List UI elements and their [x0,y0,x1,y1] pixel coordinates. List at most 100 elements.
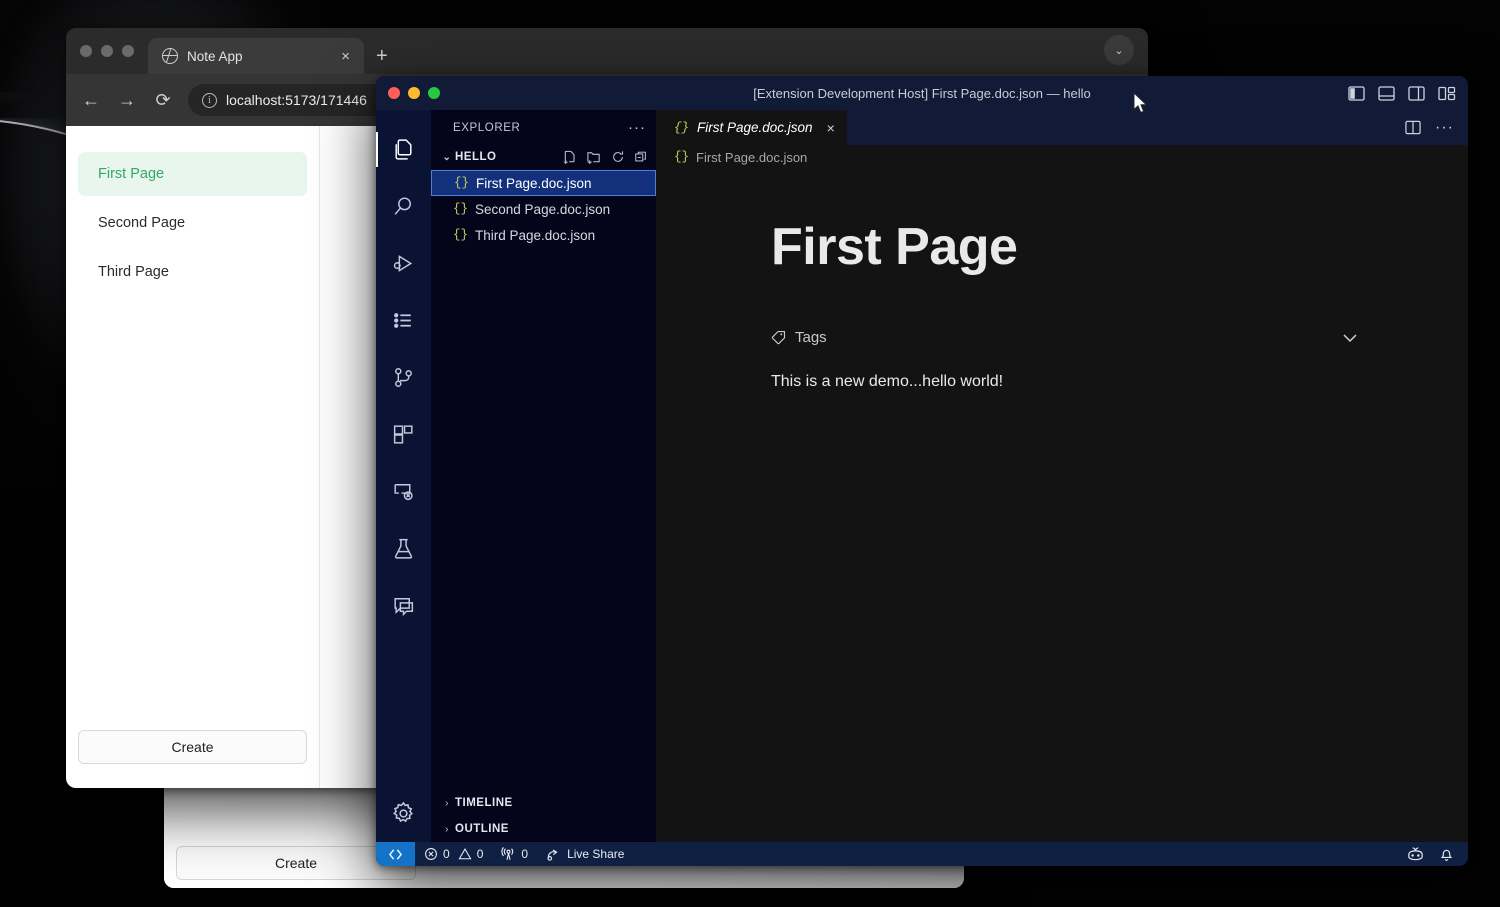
window-close-icon[interactable] [388,87,400,99]
beaker-icon [391,536,416,561]
browser-traffic-lights[interactable] [80,28,148,74]
reload-button[interactable]: ⟳ [152,90,174,111]
new-tab-button[interactable]: + [364,38,400,74]
note-page-first[interactable]: First Page [78,152,307,196]
remote-window-indicator[interactable] [376,842,415,866]
editor-tab-bar: {} First Page.doc.json × ··· [656,110,1468,145]
activitybar-item-source-control[interactable] [376,349,431,406]
explorer-file-third-page[interactable]: {} Third Page.doc.json [431,222,656,248]
vscode-window[interactable]: [Extension Development Host] First Page.… [376,76,1468,866]
error-circle-icon [424,847,438,861]
browser-zoom-icon[interactable] [122,45,134,57]
toggle-panel-icon[interactable] [1378,85,1395,101]
chevron-right-icon[interactable]: › [439,824,455,835]
bell-icon[interactable] [1439,846,1454,862]
explorer-title: EXPLORER [453,121,521,134]
explorer-file-second-page[interactable]: {} Second Page.doc.json [431,196,656,222]
remote-window-icon [388,848,403,861]
explorer-collapsed-sections: › TIMELINE › OUTLINE [431,790,656,842]
explorer-folder-actions [562,150,648,165]
activitybar-item-remote-explorer[interactable] [376,463,431,520]
files-icon [391,137,416,162]
window-minimize-icon[interactable] [408,87,420,99]
window-zoom-icon[interactable] [428,87,440,99]
ports-indicator[interactable]: 0 [492,847,537,861]
ports-count: 0 [521,847,529,861]
close-icon[interactable]: × [827,120,835,136]
list-icon [391,308,416,333]
explorer-file-first-page[interactable]: {} First Page.doc.json [431,170,656,196]
activitybar-item-search[interactable] [376,178,431,235]
chevron-down-icon[interactable] [1342,333,1358,343]
split-editor-icon[interactable] [1405,120,1421,135]
activitybar-item-run-and-debug[interactable] [376,235,431,292]
explorer-more-icon[interactable]: ··· [628,119,646,136]
back-button[interactable]: ← [80,90,102,111]
note-create-button[interactable]: Create [78,730,307,764]
note-app-sidebar: First Page Second Page Third Page Create [66,126,320,788]
json-file-icon: {} [674,120,690,135]
explorer-folder-row[interactable]: ⌄ HELLO [431,145,656,169]
activitybar-item-extensions[interactable] [376,406,431,463]
customize-layout-icon[interactable] [1438,86,1456,101]
browser-tab-strip: Note App × + ⌄ [66,28,1148,74]
status-bar: 0 0 0 Live Share [376,842,1468,866]
activity-bar [376,110,431,842]
live-share-button[interactable]: Live Share [537,847,633,861]
json-file-icon: {} [674,150,690,164]
editor-tab-actions: ··· [1391,110,1468,145]
remote-explorer-icon [391,479,416,504]
tag-icon [771,330,786,345]
editor-tab-first-page[interactable]: {} First Page.doc.json × [656,110,847,145]
explorer-section-outline[interactable]: › OUTLINE [431,816,656,842]
explorer-folder-name: HELLO [455,151,497,163]
source-control-icon [391,365,416,390]
new-folder-icon[interactable] [586,150,602,165]
problems-indicator[interactable]: 0 0 [415,847,492,861]
new-file-icon[interactable] [562,150,577,165]
vscode-title-bar: [Extension Development Host] First Page.… [376,76,1468,110]
address-bar-url: localhost:5173/171446 [226,92,367,108]
activitybar-item-explorer[interactable] [376,121,431,178]
more-actions-icon[interactable]: ··· [1435,119,1454,137]
radio-tower-icon [501,847,516,861]
explorer-section-label: OUTLINE [455,823,509,835]
gear-icon [390,800,417,827]
browser-tab-title: Note App [187,48,243,64]
activitybar-item-chat[interactable] [376,577,431,634]
json-file-icon: {} [453,228,469,242]
activitybar-item-todo-list[interactable] [376,292,431,349]
explorer-section-timeline[interactable]: › TIMELINE [431,790,656,816]
explorer-file-list: {} First Page.doc.json {} Second Page.do… [431,169,656,790]
browser-close-icon[interactable] [80,45,92,57]
document-body[interactable]: This is a new demo...hello world! [771,373,1468,391]
vscode-body: EXPLORER ··· ⌄ HELLO {} First Page.doc.j… [376,110,1468,842]
forward-button[interactable]: → [116,90,138,111]
browser-minimize-icon[interactable] [101,45,113,57]
chevron-right-icon[interactable]: › [439,798,455,809]
explorer-file-label: First Page.doc.json [476,175,592,191]
activitybar-item-testing[interactable] [376,520,431,577]
browser-tab-note-app[interactable]: Note App × [148,38,364,74]
site-info-icon[interactable]: i [202,92,217,108]
warning-count: 0 [476,847,484,861]
collapse-all-icon[interactable] [634,150,648,164]
toggle-primary-sidebar-icon[interactable] [1348,85,1365,101]
document-tags-row[interactable]: Tags [771,329,1358,346]
note-page-second[interactable]: Second Page [78,201,307,245]
json-file-icon: {} [453,202,469,216]
toggle-secondary-sidebar-icon[interactable] [1408,85,1425,101]
explorer-file-label: Third Page.doc.json [475,227,596,243]
activitybar-item-settings[interactable] [376,785,431,842]
copilot-icon[interactable] [1406,846,1425,862]
note-page-third[interactable]: Third Page [78,250,307,294]
refresh-icon[interactable] [611,150,625,164]
breadcrumb[interactable]: {} First Page.doc.json [656,145,1468,169]
close-icon[interactable]: × [337,47,354,66]
chevron-down-icon[interactable]: ⌄ [1104,35,1134,65]
chevron-down-icon[interactable]: ⌄ [439,152,455,163]
error-count: 0 [443,847,450,861]
run-debug-icon [391,251,416,276]
document-title[interactable]: First Page [771,217,1468,277]
vscode-traffic-lights[interactable] [388,87,440,99]
